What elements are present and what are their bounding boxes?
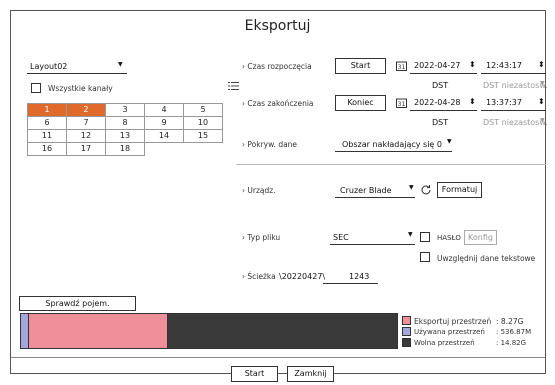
overlap-select[interactable]: Obszar nakładający się 0 xyxy=(342,140,442,149)
end-date-underline xyxy=(410,110,477,111)
start-time-stepper[interactable]: ⬍ xyxy=(538,60,545,69)
channel-cell[interactable]: 9 xyxy=(145,117,184,130)
end-dst-dropdown-icon[interactable]: ▼ xyxy=(540,117,545,124)
check-capacity-button[interactable]: Sprawdź pojem. xyxy=(19,296,136,311)
device-select[interactable]: Cruzer Blade xyxy=(340,186,392,195)
end-date[interactable]: 2022-04-28 xyxy=(414,98,461,107)
dialog-title: Eksportuj xyxy=(244,18,311,34)
export-legend-value: : 8.27G xyxy=(496,317,524,326)
start-date[interactable]: 2022-04-27 xyxy=(414,61,461,70)
calendar-icon[interactable]: 31 xyxy=(396,61,407,73)
end-time-button[interactable]: Koniec xyxy=(335,95,386,111)
channel-cell[interactable]: 10 xyxy=(184,117,223,130)
used-legend-value: : 536.87M xyxy=(496,328,532,336)
include-text-label: Uwzględnij dane tekstowe xyxy=(437,254,536,263)
layout-select[interactable]: Layout02 xyxy=(30,62,67,71)
filetype-select[interactable]: SEC xyxy=(333,233,349,242)
channel-cell[interactable]: 4 xyxy=(145,104,184,117)
channel-cell[interactable]: 2 xyxy=(67,104,106,117)
start-export-button[interactable]: Start xyxy=(231,366,278,382)
capacity-used-segment xyxy=(21,314,29,348)
all-channels-label: Wszystkie kanały xyxy=(48,84,113,93)
path-folder: \20220427\ xyxy=(279,272,326,281)
calendar-icon[interactable]: 31 xyxy=(396,98,407,110)
channel-cell[interactable]: 1 xyxy=(28,104,67,117)
start-dst-label: DST xyxy=(432,81,449,90)
include-text-checkbox[interactable] xyxy=(420,252,430,262)
password-checkbox[interactable] xyxy=(420,232,430,242)
format-button[interactable]: Formatuj xyxy=(437,182,482,198)
section-divider xyxy=(236,164,546,165)
start-date-stepper[interactable]: ⬍ xyxy=(469,60,476,69)
close-button[interactable]: Zamknij xyxy=(287,366,334,382)
filetype-label: › Typ pliku xyxy=(242,233,281,242)
channel-cell[interactable]: 7 xyxy=(67,117,106,130)
end-date-stepper[interactable]: ⬍ xyxy=(469,97,476,106)
capacity-bar xyxy=(20,313,398,349)
start-time-label: › Czas rozpoczęcia xyxy=(242,62,312,71)
used-legend-swatch xyxy=(402,327,411,336)
channel-cell[interactable]: 11 xyxy=(28,130,67,143)
free-legend-value: : 14.82G xyxy=(496,339,527,347)
end-time-stepper[interactable]: ⬍ xyxy=(538,97,545,106)
used-legend-label: Używana przestrzeń xyxy=(414,328,485,336)
channel-cell[interactable]: 18 xyxy=(106,143,145,156)
filetype-underline xyxy=(330,244,415,245)
export-legend-swatch xyxy=(402,316,411,325)
overlap-underline xyxy=(335,151,452,152)
path-label: › Ścieżka xyxy=(242,272,276,281)
channel-cell[interactable]: 16 xyxy=(28,143,67,156)
svg-text:31: 31 xyxy=(398,101,406,108)
start-date-underline xyxy=(410,73,477,74)
export-legend-label: Eksportuj przestrzeń xyxy=(414,317,492,326)
start-time-button[interactable]: Start xyxy=(335,58,386,74)
capacity-export-segment xyxy=(29,314,168,348)
footer-divider xyxy=(11,357,545,358)
refresh-icon[interactable] xyxy=(420,184,432,198)
free-legend-swatch xyxy=(402,338,411,347)
channel-cell[interactable]: 15 xyxy=(184,130,223,143)
channel-cell[interactable]: 8 xyxy=(106,117,145,130)
all-channels-checkbox[interactable] xyxy=(31,83,41,93)
overlap-label: › Pokryw. dane xyxy=(242,140,298,149)
end-time-label: › Czas zakończenia xyxy=(242,99,314,108)
device-dropdown-icon[interactable]: ▼ xyxy=(409,184,414,191)
channel-cell[interactable]: 3 xyxy=(106,104,145,117)
path-underline xyxy=(323,283,378,284)
device-label: › Urządz. xyxy=(242,186,276,195)
end-time[interactable]: 13:37:37 xyxy=(486,98,522,107)
list-icon[interactable] xyxy=(228,81,239,93)
password-label: HASŁO xyxy=(437,234,461,242)
end-time-underline xyxy=(481,110,546,111)
channel-cell[interactable]: 17 xyxy=(67,143,106,156)
channel-cell[interactable]: 12 xyxy=(67,130,106,143)
end-dst-select[interactable]: DST niezastosw. xyxy=(483,118,548,127)
device-underline xyxy=(335,197,415,198)
channel-grid: 1 2 3 4 5 6 7 8 9 10 11 12 13 14 15 16 17 18 xyxy=(27,103,223,156)
layout-dropdown-icon[interactable]: ▼ xyxy=(118,61,123,68)
overlap-dropdown-icon[interactable]: ▼ xyxy=(447,138,452,145)
channel-cell[interactable]: 6 xyxy=(28,117,67,130)
capacity-free-segment xyxy=(168,314,397,348)
path-name-input[interactable]: 1243 xyxy=(349,272,369,281)
free-legend-label: Wolna przestrzeń xyxy=(414,339,475,347)
filetype-dropdown-icon[interactable]: ▼ xyxy=(408,231,413,238)
svg-text:31: 31 xyxy=(398,64,406,71)
channel-cell[interactable]: 5 xyxy=(184,104,223,117)
start-dst-select[interactable]: DST niezastosw. xyxy=(483,81,548,90)
start-time-underline xyxy=(481,73,546,74)
layout-underline xyxy=(27,73,127,74)
start-time[interactable]: 12:43:17 xyxy=(486,61,522,70)
end-dst-label: DST xyxy=(432,118,449,127)
start-dst-dropdown-icon[interactable]: ▼ xyxy=(540,80,545,87)
channel-cell[interactable]: 14 xyxy=(145,130,184,143)
config-button[interactable]: Konfig xyxy=(464,230,497,245)
channel-cell[interactable]: 13 xyxy=(106,130,145,143)
